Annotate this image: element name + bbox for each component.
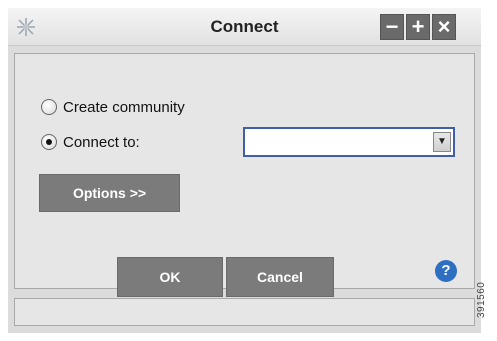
close-button[interactable]: ×: [432, 14, 456, 40]
connect-to-label: Connect to:: [63, 133, 140, 151]
minimize-button[interactable]: −: [380, 14, 404, 40]
maximize-icon: +: [411, 14, 425, 39]
help-icon[interactable]: ?: [435, 260, 457, 282]
create-community-option[interactable]: Create community: [41, 96, 185, 118]
create-community-radio[interactable]: [41, 99, 57, 115]
cancel-button[interactable]: Cancel: [226, 257, 334, 297]
content-panel: Create community Connect to: ▼ Options >…: [14, 53, 475, 297]
title-bar: Connect − + ×: [8, 8, 481, 46]
ok-button[interactable]: OK: [117, 257, 223, 297]
close-icon: ×: [437, 14, 451, 39]
connect-to-select[interactable]: ▼: [243, 127, 455, 157]
maximize-button[interactable]: +: [406, 14, 430, 40]
options-button[interactable]: Options >>: [39, 174, 180, 212]
minimize-icon: −: [385, 14, 399, 39]
create-community-label: Create community: [63, 98, 185, 116]
dropdown-arrow-icon[interactable]: ▼: [433, 132, 451, 152]
connect-dialog: Connect − + × Create community Connect t…: [8, 8, 481, 333]
connect-to-option[interactable]: Connect to:: [41, 131, 140, 153]
connect-to-radio[interactable]: [41, 134, 57, 150]
status-bar: [14, 298, 475, 326]
figure-id: 391560: [476, 281, 487, 318]
